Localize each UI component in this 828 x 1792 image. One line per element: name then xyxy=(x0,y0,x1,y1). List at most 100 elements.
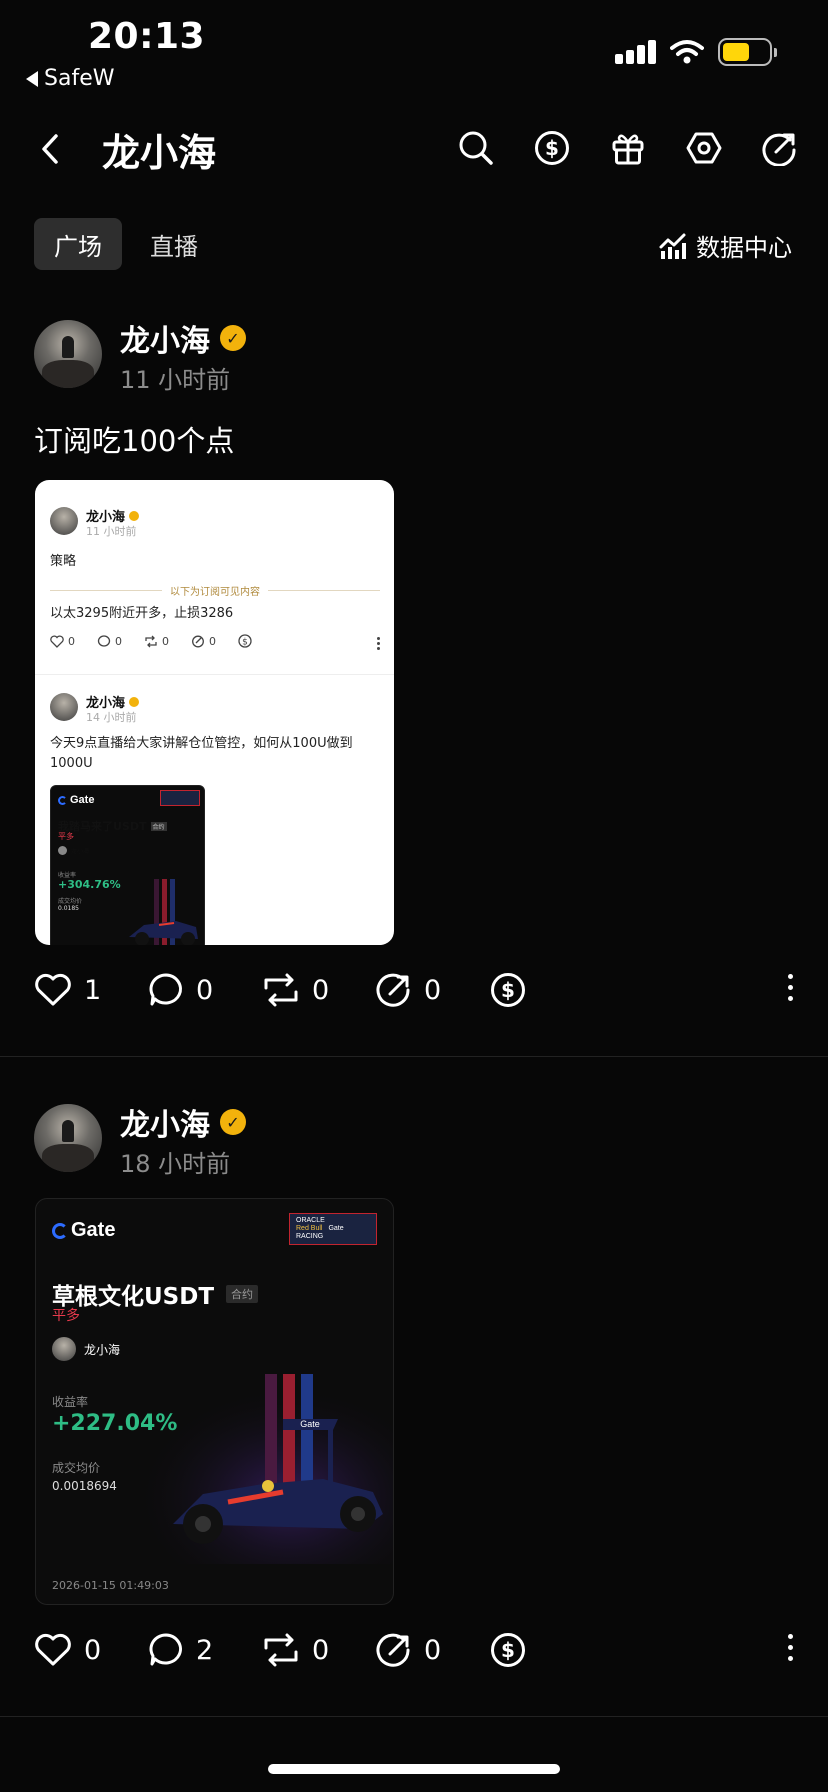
avatar xyxy=(50,507,78,535)
settings-hex-icon[interactable] xyxy=(684,128,724,168)
dollar-coin-icon[interactable]: $ xyxy=(532,128,572,168)
verified-badge-icon xyxy=(129,696,140,707)
analytics-chart-icon xyxy=(659,233,686,259)
share-button[interactable]: 0 xyxy=(376,972,454,1008)
chevron-left-icon[interactable] xyxy=(38,132,62,166)
repost-button[interactable]: 0 xyxy=(262,1632,340,1668)
trade-card[interactable]: Gate ORACLE Red Bull Gate RACING 草根文化USDT… xyxy=(35,1198,394,1605)
card-title: 我踏马来了USDT 合约 xyxy=(58,820,167,833)
share-icon xyxy=(376,1633,410,1667)
repost-button[interactable]: 0 xyxy=(262,972,340,1008)
comment-button[interactable]: 2 xyxy=(148,1632,226,1668)
embedded-divider xyxy=(35,674,394,675)
post-time: 11 小时前 xyxy=(120,366,231,394)
like-count: 1 xyxy=(84,974,102,1006)
page-title: 龙小海 xyxy=(102,131,217,175)
post-author[interactable]: 龙小海 ✓ xyxy=(120,1100,246,1144)
post-actions: 1 0 0 0 $ xyxy=(34,966,794,1014)
feed-tabs: 广场 直播 xyxy=(34,218,218,270)
comment-count: 2 xyxy=(196,1634,214,1666)
embedded-text: 策略 xyxy=(50,554,77,569)
battery-icon xyxy=(718,38,777,66)
embedded-like: 0 xyxy=(50,635,75,648)
profile-header: 龙小海 $ xyxy=(0,118,828,178)
back-app-label: SafeW xyxy=(44,66,115,91)
subscription-divider: 以下为订阅可见内容 xyxy=(50,583,380,598)
post-image[interactable]: 龙小海 11 小时前 策略 以下为订阅可见内容 以太3295附近开多，止损328… xyxy=(35,480,394,945)
sponsor-badge: ORACLE Red Bull Gate RACING xyxy=(289,1213,377,1245)
embedded-hidden-text: 以太3295附近开多，止损3286 xyxy=(50,606,234,621)
header-actions: $ xyxy=(456,128,800,168)
cellular-signal-icon xyxy=(615,40,656,64)
post-divider xyxy=(0,1056,828,1057)
author-name: 龙小海 xyxy=(120,324,210,359)
dollar-coin-icon: $ xyxy=(491,973,525,1007)
data-center-button[interactable]: 数据中心 xyxy=(658,228,792,263)
svg-text:$: $ xyxy=(242,638,248,648)
card-price-value: 0.0185 xyxy=(58,905,79,912)
gate-logo: Gate xyxy=(58,794,94,806)
like-button[interactable]: 1 xyxy=(34,973,112,1007)
heart-icon xyxy=(35,1633,71,1666)
post-text: 订阅吃100个点 xyxy=(34,424,235,458)
search-icon[interactable] xyxy=(456,128,496,168)
embedded-share: 0 xyxy=(191,635,216,648)
wifi-icon xyxy=(670,40,704,64)
gate-logo: Gate xyxy=(52,1219,115,1242)
verified-badge-icon: ✓ xyxy=(220,1109,246,1135)
repost-count: 0 xyxy=(312,974,330,1006)
embedded-tip-icon: $ xyxy=(238,634,252,648)
verified-badge-icon: ✓ xyxy=(220,325,246,351)
card-return-value: +304.76% xyxy=(58,878,121,891)
embedded-time: 11 小时前 xyxy=(86,525,137,538)
post-divider xyxy=(0,1716,828,1717)
card-title: 草根文化USDT 合约 xyxy=(52,1277,259,1311)
gift-icon[interactable] xyxy=(608,128,648,168)
embedded-actions: 0 0 0 0 $ xyxy=(50,634,380,650)
tip-button[interactable]: $ xyxy=(490,972,568,1008)
card-price-value: 0.0018694 xyxy=(52,1479,117,1493)
comment-count: 0 xyxy=(196,974,214,1006)
share-count: 0 xyxy=(424,974,442,1006)
race-car-image: Gate xyxy=(133,1374,393,1564)
share-button[interactable]: 0 xyxy=(376,1632,454,1668)
post-actions: 0 2 0 0 $ xyxy=(34,1626,794,1674)
share-count: 0 xyxy=(424,1634,442,1666)
comment-icon xyxy=(149,973,182,1006)
back-to-app-link[interactable]: SafeW xyxy=(26,66,114,91)
author-name: 龙小海 xyxy=(120,1108,210,1143)
svg-text:Gate: Gate xyxy=(300,1419,320,1429)
like-button[interactable]: 0 xyxy=(34,1633,112,1667)
card-price-label: 成交均价 xyxy=(58,898,83,905)
svg-text:$: $ xyxy=(501,978,515,1002)
embedded-repost: 0 xyxy=(144,635,169,648)
post-author[interactable]: 龙小海 ✓ xyxy=(120,316,246,360)
tab-plaza[interactable]: 广场 xyxy=(34,218,122,270)
avatar[interactable] xyxy=(34,320,102,388)
embedded-comment: 0 xyxy=(97,635,122,648)
card-direction: 平多 xyxy=(52,1308,80,1324)
repost-count: 0 xyxy=(312,1634,330,1666)
more-options-icon[interactable] xyxy=(786,1634,794,1661)
avatar[interactable] xyxy=(34,1104,102,1172)
tab-live[interactable]: 直播 xyxy=(130,218,218,270)
sponsor-badge xyxy=(160,790,200,806)
status-icons xyxy=(615,38,777,66)
avatar xyxy=(50,693,78,721)
share-icon xyxy=(376,973,410,1007)
repost-icon xyxy=(264,973,298,1007)
comment-button[interactable]: 0 xyxy=(148,972,226,1008)
home-indicator[interactable] xyxy=(268,1764,560,1774)
avatar xyxy=(52,1337,76,1361)
card-timestamp: 2026-01-15 01:49:03 xyxy=(52,1579,169,1592)
tip-button[interactable]: $ xyxy=(490,1632,568,1668)
svg-text:$: $ xyxy=(501,1638,515,1662)
card-user: 龙小海 xyxy=(58,846,89,855)
heart-icon xyxy=(35,973,71,1006)
card-price-label: 成交均价 xyxy=(52,1461,101,1475)
share-icon[interactable] xyxy=(760,128,800,168)
back-triangle-icon xyxy=(26,70,38,87)
repost-icon xyxy=(264,1633,298,1667)
card-user: 龙小海 xyxy=(52,1337,120,1361)
more-options-icon[interactable] xyxy=(786,974,794,1001)
